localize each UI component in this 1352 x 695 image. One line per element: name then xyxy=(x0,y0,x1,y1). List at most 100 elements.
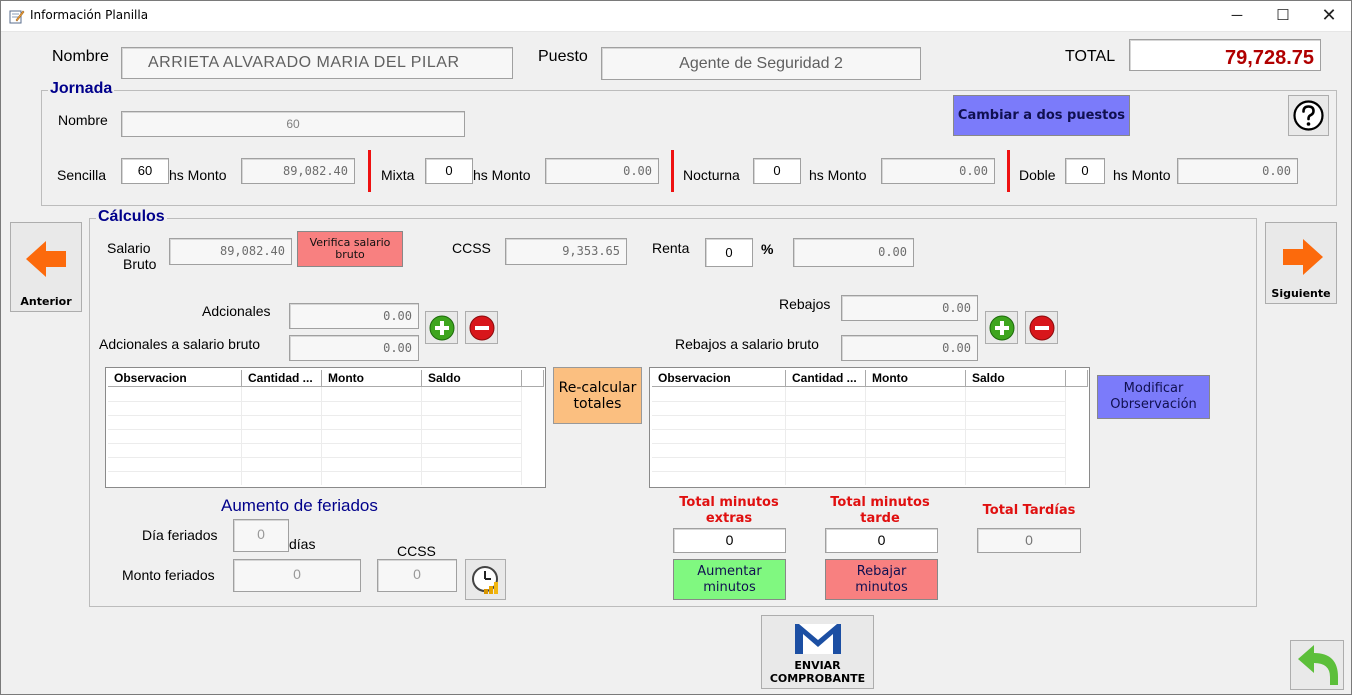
salario-bruto-label: Salario xyxy=(107,240,151,256)
rebajar-label-2: minutos xyxy=(855,579,908,595)
mixta-hs-field[interactable]: 0 xyxy=(425,158,473,184)
minus-icon xyxy=(469,315,495,341)
employee-name-field[interactable]: ARRIETA ALVARADO MARIA DEL PILAR xyxy=(121,47,513,79)
sencilla-hs-monto-label: hs Monto xyxy=(169,167,227,183)
feriados-title: Aumento de feriados xyxy=(221,496,378,515)
grid-header-monto[interactable]: Monto xyxy=(322,370,422,387)
title-bar: Información Planilla ─ ☐ ✕ xyxy=(0,0,1352,32)
separator xyxy=(671,150,674,192)
rebajos-field[interactable]: 0.00 xyxy=(841,295,978,321)
grid-header-saldo[interactable]: Saldo xyxy=(966,370,1066,387)
cambiar-dos-puestos-button[interactable]: Cambiar a dos puestos xyxy=(953,95,1130,136)
add-rebajo-button[interactable] xyxy=(985,311,1018,344)
rebajos-bruto-label: Rebajos a salario bruto xyxy=(675,336,819,352)
aumentar-label-1: Aumentar xyxy=(697,563,762,579)
rebajos-grid[interactable]: Observacion Cantidad ... Monto Saldo xyxy=(649,367,1090,488)
rebajos-bruto-field[interactable]: 0.00 xyxy=(841,335,978,361)
monto-feriados-label: Monto feriados xyxy=(122,567,215,583)
minimize-button[interactable]: ─ xyxy=(1214,0,1260,31)
renta-pct-field[interactable]: 0 xyxy=(705,238,753,267)
arrow-left-icon xyxy=(26,241,66,277)
dia-feriados-field[interactable]: 0 xyxy=(233,519,289,552)
add-adicional-button[interactable] xyxy=(425,311,458,344)
grid-header-cantidad[interactable]: Cantidad ... xyxy=(786,370,866,387)
sencilla-hs-field[interactable]: 60 xyxy=(121,158,169,184)
puesto-field[interactable]: Agente de Seguridad 2 xyxy=(601,47,921,80)
enviar-label-2: COMPROBANTE xyxy=(769,672,866,685)
doble-hs-field[interactable]: 0 xyxy=(1065,158,1105,184)
clock-icon xyxy=(472,566,498,594)
recalcular-label-1: Re-calcular xyxy=(558,379,637,396)
calculos-title: Cálculos xyxy=(96,208,167,226)
separator xyxy=(368,150,371,192)
jornada-title: Jornada xyxy=(48,80,115,98)
siguiente-button[interactable]: Siguiente xyxy=(1265,222,1337,304)
plus-icon xyxy=(989,315,1015,341)
recalcular-totales-button[interactable]: Re-calcular totales xyxy=(553,367,642,424)
total-tarde-label-2: tarde xyxy=(860,511,900,526)
maximize-button[interactable]: ☐ xyxy=(1260,0,1306,31)
feriados-ccss-field[interactable]: 0 xyxy=(377,559,457,592)
total-tardias-label: Total Tardías xyxy=(982,503,1076,518)
nocturna-hs-field[interactable]: 0 xyxy=(753,158,801,184)
total-label: TOTAL xyxy=(1065,48,1116,65)
salario-bruto-field[interactable]: 89,082.40 xyxy=(169,238,292,265)
total-tarde-label-1: Total minutos xyxy=(830,495,930,510)
modificar-label-2: Obrservación xyxy=(1110,397,1197,412)
monto-feriados-field[interactable]: 0 xyxy=(233,559,361,592)
remove-rebajo-button[interactable] xyxy=(1025,311,1058,344)
remove-adicional-button[interactable] xyxy=(465,311,498,344)
verifica-salario-bruto-button[interactable]: Verifica salario bruto xyxy=(297,231,403,267)
return-button[interactable] xyxy=(1290,640,1344,690)
return-arrow-icon xyxy=(1298,645,1338,685)
grid-header-saldo[interactable]: Saldo xyxy=(422,370,522,387)
calcular-feriados-button[interactable] xyxy=(465,559,506,600)
doble-hs-monto-label: hs Monto xyxy=(1113,167,1171,183)
arrow-right-icon xyxy=(1283,239,1323,275)
ccss-label: CCSS xyxy=(452,240,491,256)
total-tardias-field[interactable]: 0 xyxy=(977,528,1081,553)
adicionales-label: Adcionales xyxy=(202,303,271,319)
doble-monto-field[interactable]: 0.00 xyxy=(1177,158,1298,184)
adicionales-field[interactable]: 0.00 xyxy=(289,303,419,329)
salario-bruto-label-2: Bruto xyxy=(123,256,157,272)
total-extras-field[interactable]: 0 xyxy=(673,528,786,553)
nocturna-hs-monto-label: hs Monto xyxy=(809,167,867,183)
jornada-group xyxy=(41,90,1337,206)
anterior-label: Anterior xyxy=(20,295,72,308)
adicionales-grid[interactable]: Observacion Cantidad ... Monto Saldo xyxy=(105,367,546,488)
aumentar-minutos-button[interactable]: Aumentar minutos xyxy=(673,559,786,600)
rebajar-minutos-button[interactable]: Rebajar minutos xyxy=(825,559,938,600)
mixta-label: Mixta xyxy=(381,167,415,183)
renta-value-field[interactable]: 0.00 xyxy=(793,238,914,267)
grid-header-blank xyxy=(522,370,544,387)
grid-header-observacion[interactable]: Observacion xyxy=(652,370,786,387)
enviar-label-1: ENVIAR xyxy=(794,659,841,672)
puesto-label: Puesto xyxy=(538,48,588,65)
total-tarde-field[interactable]: 0 xyxy=(825,528,938,553)
mixta-hs-monto-label: hs Monto xyxy=(473,167,531,183)
enviar-label: ENVIAR COMPROBANTE xyxy=(762,659,873,685)
mail-icon xyxy=(795,624,841,654)
percent-label: % xyxy=(761,241,774,257)
help-button[interactable] xyxy=(1288,95,1329,136)
grid-header-monto[interactable]: Monto xyxy=(866,370,966,387)
aumentar-label-2: minutos xyxy=(703,579,756,595)
enviar-comprobante-button[interactable]: ENVIAR COMPROBANTE xyxy=(761,615,874,689)
adicionales-bruto-field[interactable]: 0.00 xyxy=(289,335,419,361)
ccss-field[interactable]: 9,353.65 xyxy=(505,238,627,265)
minus-icon xyxy=(1029,315,1055,341)
sencilla-monto-field[interactable]: 89,082.40 xyxy=(241,158,355,184)
anterior-button[interactable]: Anterior xyxy=(10,222,82,312)
verifica-label-2: bruto xyxy=(335,248,365,261)
grid-header-observacion[interactable]: Observacion xyxy=(108,370,242,387)
modificar-observacion-button[interactable]: Modificar Obrservación xyxy=(1097,375,1210,419)
total-value: 79,728.75 xyxy=(1129,39,1321,71)
dias-label: días xyxy=(289,536,316,552)
nocturna-monto-field[interactable]: 0.00 xyxy=(881,158,995,184)
mixta-monto-field[interactable]: 0.00 xyxy=(545,158,659,184)
total-extras-label-1: Total minutos xyxy=(679,495,779,510)
grid-header-cantidad[interactable]: Cantidad ... xyxy=(242,370,322,387)
close-button[interactable]: ✕ xyxy=(1306,0,1352,31)
jornada-nombre-field[interactable]: 60 xyxy=(121,111,465,137)
